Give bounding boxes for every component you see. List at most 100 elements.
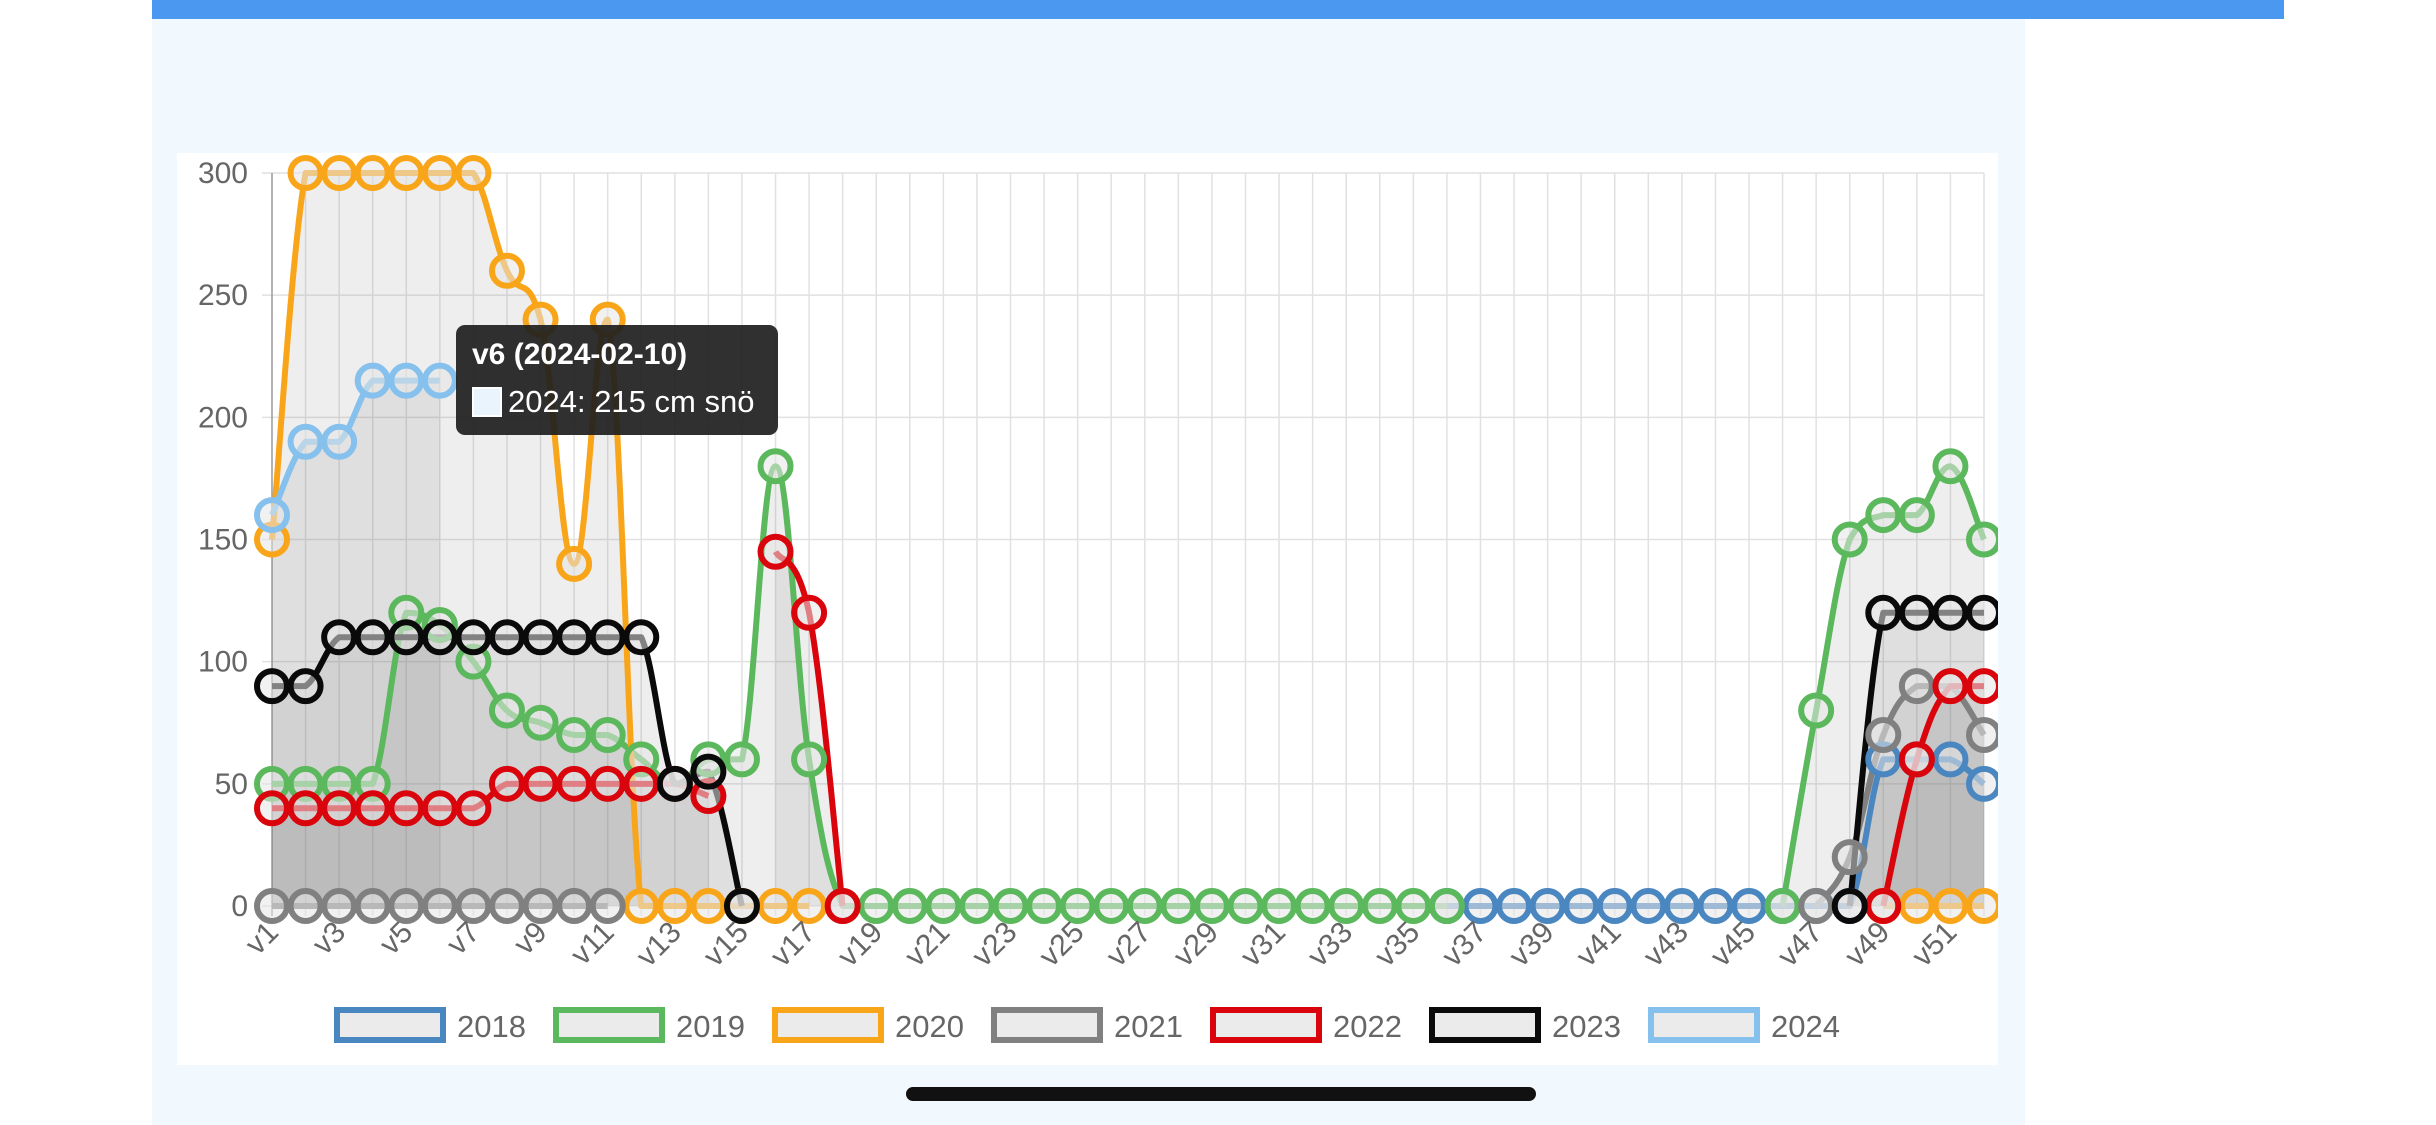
data-point-2023 bbox=[455, 619, 492, 656]
legend-label-2021: 2021 bbox=[1114, 1009, 1183, 1044]
x-tick-label: v29 bbox=[1167, 916, 1225, 974]
data-point-2021 bbox=[287, 888, 324, 924]
legend-swatch-2023 bbox=[1429, 1007, 1541, 1043]
data-point-2023 bbox=[656, 765, 693, 802]
x-tick-label: v13 bbox=[630, 916, 688, 974]
data-point-2023 bbox=[421, 619, 458, 656]
legend-label-2019: 2019 bbox=[676, 1009, 745, 1044]
data-point-2020 bbox=[757, 888, 794, 924]
data-point-2019 bbox=[1764, 888, 1801, 924]
tooltip-title: v6 (2024-02-10) bbox=[472, 338, 688, 371]
x-tick-label: v37 bbox=[1436, 916, 1494, 974]
y-tick-label: 150 bbox=[198, 524, 248, 557]
data-point-2022 bbox=[522, 765, 559, 802]
data-point-2018 bbox=[1496, 888, 1533, 924]
x-tick-label: v35 bbox=[1369, 916, 1427, 974]
data-point-2018 bbox=[1932, 741, 1969, 778]
data-point-2019 bbox=[1865, 497, 1902, 534]
x-tick-label: v45 bbox=[1704, 916, 1762, 974]
data-point-2023 bbox=[522, 619, 559, 656]
data-point-2019 bbox=[1898, 497, 1935, 534]
data-point-2022 bbox=[354, 790, 391, 827]
chart-tooltip: v6 (2024-02-10) 2024: 215 cm snö bbox=[456, 325, 778, 435]
y-tick-label: 100 bbox=[198, 646, 248, 679]
data-point-2019 bbox=[958, 888, 995, 924]
data-point-2020 bbox=[321, 155, 358, 191]
data-point-2019 bbox=[556, 716, 593, 753]
data-point-2020 bbox=[421, 155, 458, 191]
x-tick-label: v33 bbox=[1302, 916, 1360, 974]
data-point-2020 bbox=[287, 155, 324, 191]
x-tick-label: v39 bbox=[1503, 916, 1561, 974]
data-point-2022 bbox=[254, 790, 290, 827]
data-point-2019 bbox=[1932, 448, 1969, 485]
snow-depth-chart: 0 50 100 150 200 250 300 v1 v3 v5 v7 v9 v11 v13 v15 v17… bbox=[177, 153, 1998, 1065]
data-point-2019 bbox=[1798, 692, 1835, 729]
data-point-2019 bbox=[589, 716, 626, 753]
y-tick-label: 250 bbox=[198, 279, 248, 312]
data-point-2020 bbox=[488, 252, 525, 289]
data-point-2022 bbox=[488, 765, 525, 802]
data-point-2020 bbox=[556, 545, 593, 582]
data-point-2021 bbox=[354, 888, 391, 924]
data-point-2023 bbox=[589, 619, 626, 656]
y-tick-label: 200 bbox=[198, 401, 248, 434]
x-tick-label: v19 bbox=[832, 916, 890, 974]
data-point-2024 bbox=[254, 497, 290, 534]
data-point-2019 bbox=[1294, 888, 1331, 924]
data-point-2024 bbox=[421, 362, 458, 399]
x-tick-label: v51 bbox=[1906, 916, 1964, 974]
data-point-2021 bbox=[488, 888, 525, 924]
y-tick-label: 50 bbox=[215, 768, 248, 801]
data-point-2023 bbox=[388, 619, 425, 656]
data-point-2022 bbox=[791, 594, 828, 631]
data-point-2020 bbox=[455, 155, 492, 191]
data-point-2024 bbox=[388, 362, 425, 399]
x-tick-label: v15 bbox=[697, 916, 755, 974]
y-tick-label: 300 bbox=[198, 157, 248, 190]
legend-label-2023: 2023 bbox=[1552, 1009, 1621, 1044]
data-point-2020 bbox=[388, 155, 425, 191]
data-point-2023 bbox=[287, 668, 324, 705]
x-tick-label: v25 bbox=[1033, 916, 1091, 974]
data-point-2023 bbox=[1932, 594, 1969, 631]
data-point-2024 bbox=[354, 362, 391, 399]
data-point-2023 bbox=[1966, 594, 1998, 631]
data-point-2018 bbox=[1563, 888, 1600, 924]
data-point-2023 bbox=[1898, 594, 1935, 631]
data-point-2019 bbox=[1093, 888, 1130, 924]
x-tick-label: v23 bbox=[966, 916, 1024, 974]
data-point-2022 bbox=[556, 765, 593, 802]
data-point-2022 bbox=[287, 790, 324, 827]
data-point-2019 bbox=[723, 741, 760, 778]
data-point-2021 bbox=[1831, 839, 1868, 876]
data-point-2022 bbox=[421, 790, 458, 827]
data-point-2023 bbox=[488, 619, 525, 656]
data-point-2022 bbox=[1932, 668, 1969, 705]
data-point-2022 bbox=[455, 790, 492, 827]
data-point-2023 bbox=[1865, 594, 1902, 631]
data-point-2018 bbox=[1697, 888, 1734, 924]
data-point-2020 bbox=[354, 155, 391, 191]
x-tick-label: v31 bbox=[1234, 916, 1292, 974]
top-header-bar bbox=[152, 0, 2284, 19]
data-point-2020 bbox=[623, 888, 660, 924]
x-tick-label: v49 bbox=[1839, 916, 1897, 974]
x-tick-label: v41 bbox=[1570, 916, 1628, 974]
data-point-2019 bbox=[522, 704, 559, 741]
legend-label-2024: 2024 bbox=[1771, 1009, 1840, 1044]
data-point-2022 bbox=[321, 790, 358, 827]
data-point-2018 bbox=[1630, 888, 1667, 924]
data-point-2020 bbox=[1966, 888, 1998, 924]
data-point-2022 bbox=[589, 765, 626, 802]
data-point-2020 bbox=[690, 888, 727, 924]
x-tick-label: v21 bbox=[899, 916, 957, 974]
x-tick-label: v11 bbox=[565, 916, 621, 972]
data-point-2019 bbox=[1361, 888, 1398, 924]
data-point-2023 bbox=[690, 753, 727, 790]
data-point-2019 bbox=[1831, 521, 1868, 558]
data-point-2019 bbox=[1227, 888, 1264, 924]
data-point-2019 bbox=[1428, 888, 1465, 924]
data-point-2023 bbox=[556, 619, 593, 656]
data-point-2021 bbox=[1865, 716, 1902, 753]
